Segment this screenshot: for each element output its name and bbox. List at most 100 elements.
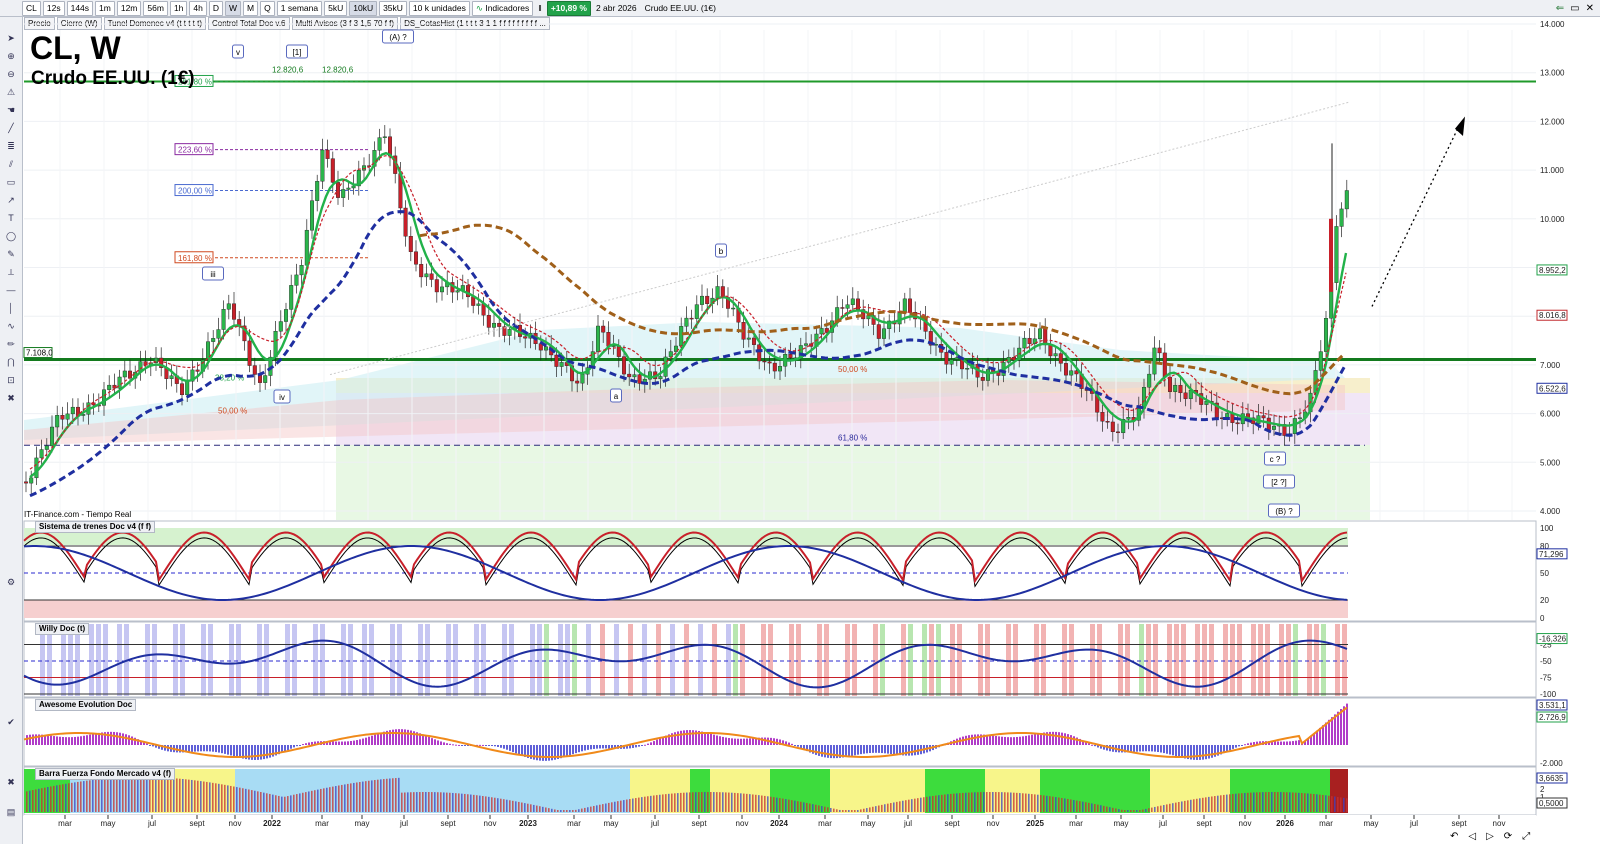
chart-canvas[interactable]: 261,80 %223,60 %200,00 %161,80 %50,00 %6… — [0, 0, 1600, 861]
fuerza-bar — [905, 800, 907, 812]
awesome-bar — [1340, 709, 1342, 745]
fuerza-bar — [458, 793, 460, 812]
panel-title-willy-text: Willy Doc (t) — [39, 624, 86, 633]
awesome-bar — [737, 738, 739, 745]
panel-title-willy[interactable]: Willy Doc (t) — [35, 623, 90, 635]
fuerza-bar — [278, 795, 280, 812]
awesome-bar — [401, 729, 403, 745]
fuerza-bar — [257, 791, 259, 812]
willy-tick: -75 — [1540, 674, 1552, 683]
fuerza-bar — [1175, 802, 1177, 812]
awesome-bar — [503, 745, 505, 749]
fuerza-bar — [659, 794, 661, 812]
panel-title-trenes[interactable]: Sistema de trenes Doc v4 (f f) — [35, 521, 156, 533]
fuerza-bar — [965, 792, 967, 812]
awesome-bar — [95, 733, 97, 745]
fuerza-bar — [971, 792, 973, 812]
willy-bar — [1041, 624, 1046, 696]
candle-body — [1110, 421, 1115, 433]
willy-bar — [544, 624, 549, 696]
fuerza-bar — [107, 778, 109, 812]
candle-body — [44, 445, 49, 450]
candle-body — [804, 343, 809, 346]
candle-body — [902, 298, 907, 313]
fuerza-bar — [578, 809, 580, 812]
panel-title-fuerza[interactable]: Barra Fuerza Fondo Mercado v4 (f) — [35, 768, 176, 780]
panel-title-awesome[interactable]: Awesome Evolution Doc — [35, 699, 137, 711]
fuerza-bar — [815, 804, 817, 812]
awesome-bar — [596, 745, 598, 749]
chart-subtitle: Crudo EE.UU. (1€) — [31, 68, 195, 89]
awesome-bar — [374, 734, 376, 745]
awesome-bar — [515, 745, 517, 754]
willy-bar — [229, 624, 234, 696]
fuerza-bar — [953, 793, 955, 812]
fuerza-bar — [383, 779, 385, 812]
fuerza-bar — [527, 803, 529, 812]
fuerza-bar — [893, 802, 895, 812]
fuerza-bar — [836, 809, 838, 812]
willy-bar — [96, 624, 101, 696]
fuerza-bar — [653, 795, 655, 812]
awesome-bar — [995, 735, 997, 745]
fuerza-bar — [32, 790, 34, 812]
willy-bar — [558, 624, 563, 696]
left-level-label: 7.108,0 — [26, 349, 53, 358]
undo-icon[interactable]: ↶ — [1450, 831, 1458, 842]
wave-label: a — [614, 392, 619, 401]
reset-icon[interactable]: ⟳ — [1504, 831, 1512, 842]
fuerza-bar — [1208, 796, 1210, 812]
fuerza-bar — [647, 796, 649, 812]
fuerza-bar — [419, 792, 421, 812]
fuerza-bar — [260, 791, 262, 812]
willy-bar — [320, 624, 325, 696]
time-label: 2026 — [1276, 819, 1294, 828]
fuerza-bar — [1034, 794, 1036, 812]
fuerza-bar — [662, 794, 664, 812]
fuerza-bar — [548, 808, 550, 812]
willy-bar — [1146, 624, 1151, 696]
fuerza-bar — [1205, 797, 1207, 812]
awesome-bar — [740, 738, 742, 745]
awesome-bar — [1247, 743, 1249, 745]
fuerza-bar — [215, 783, 217, 812]
awesome-bar — [1067, 734, 1069, 745]
fuerza-bar — [1025, 793, 1027, 812]
candle-body — [819, 328, 824, 335]
fuerza-bar — [803, 802, 805, 812]
awesome-bar — [644, 744, 646, 746]
willy-bar — [103, 624, 108, 696]
willy-bar — [1314, 624, 1319, 696]
willy-bar — [1286, 624, 1291, 696]
fuerza-bar — [212, 782, 214, 812]
fuerza-bar — [1055, 797, 1057, 812]
awesome-bar — [1238, 745, 1240, 747]
scroll-left-icon[interactable]: ◁ — [1468, 831, 1476, 842]
fit-icon[interactable]: ⤢ — [1522, 831, 1530, 842]
wave-label: (A) ? — [389, 33, 407, 42]
awesome-bar — [410, 730, 412, 745]
time-label: nov — [1239, 819, 1252, 828]
fuerza-bar — [911, 799, 913, 812]
time-label: nov — [484, 819, 497, 828]
willy-tick: -100 — [1540, 690, 1557, 699]
fuerza-bar — [959, 793, 961, 812]
awesome-bar — [911, 745, 913, 756]
fuerza-bar — [122, 777, 124, 812]
candle-body — [50, 426, 55, 447]
candle-body — [1292, 418, 1297, 434]
fuerza-bar — [89, 780, 91, 812]
fuerza-bar — [110, 778, 112, 812]
scroll-right-icon[interactable]: ▷ — [1486, 831, 1494, 842]
fuerza-bar — [350, 783, 352, 812]
fuerza-bar — [1253, 792, 1255, 812]
awesome-bar — [443, 742, 445, 745]
awesome-bar — [989, 735, 991, 745]
candle-body — [252, 365, 257, 375]
fuerza-bar — [719, 792, 721, 812]
awesome-bar — [857, 745, 859, 755]
awesome-bar — [1172, 745, 1174, 756]
awesome-bar — [1160, 745, 1162, 753]
awesome-bar — [746, 738, 748, 745]
candle-body — [325, 149, 330, 159]
